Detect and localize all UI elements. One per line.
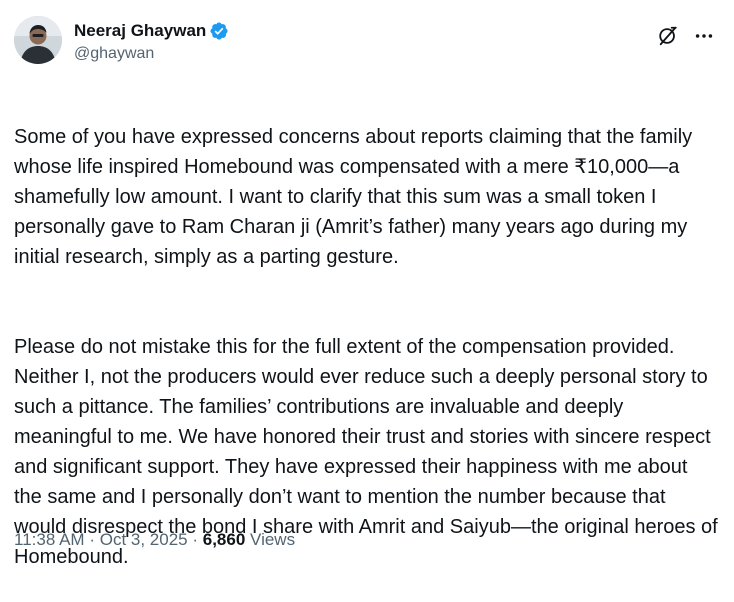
- tweet-time: 11:38 AM: [14, 530, 85, 549]
- display-name[interactable]: Neeraj Ghaywan: [74, 20, 206, 42]
- avatar-image: [14, 16, 62, 64]
- avatar[interactable]: [14, 16, 62, 64]
- verified-badge-icon[interactable]: [209, 21, 229, 41]
- timestamp-link[interactable]: 11:38 AM · Oct 3, 2025: [14, 530, 188, 549]
- tweet-header: Neeraj Ghaywan @ghaywan: [14, 16, 720, 72]
- tweet: Neeraj Ghaywan @ghaywan Some of you have…: [0, 0, 734, 568]
- tweet-text: Some of you have expressed concerns abou…: [14, 92, 720, 602]
- grok-icon[interactable]: [654, 22, 682, 50]
- header-actions: [646, 22, 718, 50]
- name-row: Neeraj Ghaywan: [74, 20, 229, 42]
- user-info: Neeraj Ghaywan @ghaywan: [74, 20, 229, 64]
- user-handle[interactable]: @ghaywan: [74, 44, 229, 64]
- views-label: Views: [250, 530, 296, 549]
- tweet-meta: 11:38 AM · Oct 3, 2025 · 6,860 Views: [14, 528, 295, 552]
- views-count[interactable]: 6,860: [203, 530, 246, 549]
- meta-separator-2: ·: [192, 530, 199, 549]
- tweet-paragraph-1: Some of you have expressed concerns abou…: [14, 126, 693, 268]
- tweet-date: Oct 3, 2025: [99, 530, 188, 549]
- meta-separator: ·: [89, 530, 95, 549]
- more-icon[interactable]: [690, 22, 718, 50]
